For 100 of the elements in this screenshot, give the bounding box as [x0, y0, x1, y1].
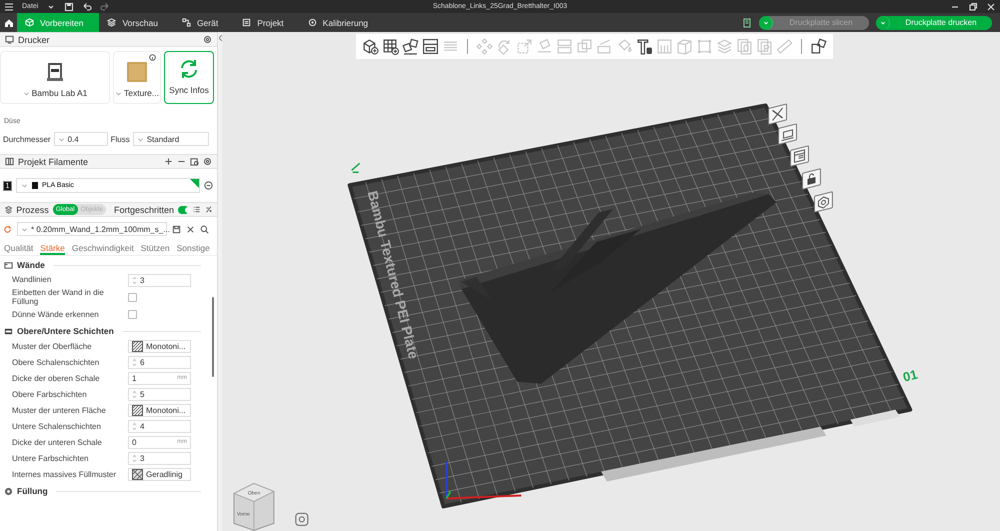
assembly-icon — [810, 38, 827, 55]
tab[interactable]: Vorschau — [99, 13, 174, 32]
caret-icon — [136, 136, 144, 142]
flow-label: Fluss — [110, 134, 130, 144]
home-icon[interactable] — [4, 18, 14, 28]
lock-icon[interactable] — [802, 168, 821, 190]
settings-icon[interactable] — [203, 157, 212, 166]
folder-icon — [4, 260, 13, 270]
device-icon — [182, 18, 191, 27]
section-title: Wände — [17, 260, 45, 270]
save-icon[interactable] — [172, 224, 181, 234]
undo-icon[interactable] — [82, 2, 92, 12]
tab[interactable]: Gerät — [174, 13, 234, 32]
section-title: Prozess — [16, 204, 49, 214]
compare-icon[interactable] — [204, 205, 212, 214]
checkbox[interactable] — [128, 310, 137, 319]
cube-plus-tool[interactable] — [362, 38, 379, 55]
layout-tool[interactable] — [422, 38, 439, 55]
setting-label: Dicke der oberen Schale — [12, 374, 101, 383]
setting-label: Internes massives Füllmuster — [12, 470, 118, 479]
fit-view-icon[interactable] — [295, 512, 308, 526]
paint-bucket-icon — [616, 38, 633, 55]
preset-select[interactable]: * 0.20mm_Wand_1.2mm_100mm_s_... — [17, 222, 167, 236]
diameter-label: Durchmesser — [3, 134, 51, 144]
notes-icon[interactable] — [742, 18, 752, 28]
printer-card[interactable]: Bambu Lab A1 — [0, 51, 110, 104]
grid-plus-icon — [382, 38, 399, 55]
tab[interactable]: Projekt — [234, 13, 300, 32]
layers-icon — [716, 38, 733, 55]
menu-icon[interactable] — [4, 2, 14, 12]
number-field[interactable]: 3 — [128, 274, 191, 286]
number-field[interactable]: 6 — [128, 356, 191, 369]
remove-icon[interactable] — [204, 181, 213, 190]
setting-label: Untere Farbschichten — [12, 454, 90, 463]
diameter-select[interactable]: 0.4 — [54, 132, 108, 146]
paste-icon — [756, 38, 773, 55]
pattern-icon — [132, 404, 143, 416]
monitor-icon — [5, 35, 14, 44]
settings-tab[interactable]: Sonstige — [176, 239, 210, 255]
plate-settings-icon[interactable] — [790, 145, 809, 167]
scale-icon — [516, 38, 533, 55]
pattern-select[interactable]: Monotoni... — [128, 340, 191, 353]
restore-icon[interactable] — [968, 2, 978, 12]
pattern-select[interactable]: Geradlinig — [128, 468, 191, 481]
lay-flat-icon — [536, 38, 553, 55]
setting-label: Einbetten der Wand in die Füllung — [12, 288, 105, 306]
arrange-plate-icon[interactable] — [778, 123, 798, 145]
assembly-tool[interactable] — [810, 38, 827, 55]
plate-number: 01 — [901, 366, 919, 385]
sync-filament-icon[interactable] — [190, 157, 199, 166]
cube-plus-icon — [362, 38, 379, 55]
copy-icon — [736, 38, 753, 55]
flow-select[interactable]: Standard — [132, 132, 209, 146]
printer-card[interactable]: Sync Infos — [164, 51, 214, 104]
support-icon — [656, 38, 673, 55]
hexagon-icon[interactable] — [814, 191, 833, 213]
redo-icon[interactable] — [100, 2, 110, 12]
advanced-switch[interactable] — [178, 206, 190, 214]
squares-tool[interactable] — [402, 38, 419, 55]
number-field[interactable]: 4 — [128, 420, 191, 433]
split-icon — [556, 38, 573, 55]
caret-icon — [115, 90, 122, 96]
list-icon[interactable] — [193, 205, 201, 214]
text-tool-tool[interactable] — [636, 38, 653, 55]
printer-card[interactable]: Texture... — [113, 51, 161, 104]
bounding-box-icon — [696, 38, 713, 55]
target-icon — [308, 18, 317, 27]
settings-tab[interactable]: Geschwindigkeit — [72, 239, 134, 255]
section-title: Drucker — [18, 34, 50, 44]
number-field[interactable]: 5 — [128, 388, 191, 401]
plate-label: Bambu Textured PEI Plate — [364, 189, 422, 360]
pencil-icon[interactable] — [350, 162, 360, 174]
close-plate-icon[interactable] — [768, 103, 788, 125]
tab[interactable]: Kalibrierung — [300, 13, 384, 32]
info-icon[interactable] — [149, 54, 156, 61]
setting-label: Obere Schalenschichten — [12, 358, 100, 367]
setting-label: Muster der unteren Fläche — [12, 406, 107, 415]
number-field[interactable]: 3 — [128, 452, 191, 465]
collapse-icon[interactable] — [219, 35, 224, 41]
section-title: Obere/Untere Schichten — [17, 326, 114, 336]
plate-icon — [125, 60, 149, 84]
section-title: Projekt Filamente — [18, 156, 88, 166]
pattern-icon — [132, 340, 143, 352]
search-icon[interactable] — [200, 224, 209, 234]
reset-icon[interactable] — [3, 224, 12, 234]
cube-icon — [25, 18, 34, 27]
pattern-select[interactable]: Monotoni... — [128, 404, 191, 417]
move-icon — [476, 38, 493, 55]
settings-tab[interactable]: Qualität — [4, 239, 34, 255]
add-icon[interactable] — [164, 157, 173, 166]
settings-tab[interactable]: Stützen — [140, 239, 170, 255]
checkbox[interactable] — [128, 292, 137, 302]
advanced-label: Fortgeschritten — [114, 204, 174, 214]
close-icon[interactable] — [186, 224, 195, 234]
settings-icon[interactable] — [203, 35, 212, 44]
cut-icon — [596, 38, 613, 55]
grid-plus-tool[interactable] — [382, 38, 399, 55]
caret-icon — [58, 136, 65, 142]
setting-label: Obere Farbschichten — [12, 390, 88, 399]
document-icon — [242, 18, 252, 27]
